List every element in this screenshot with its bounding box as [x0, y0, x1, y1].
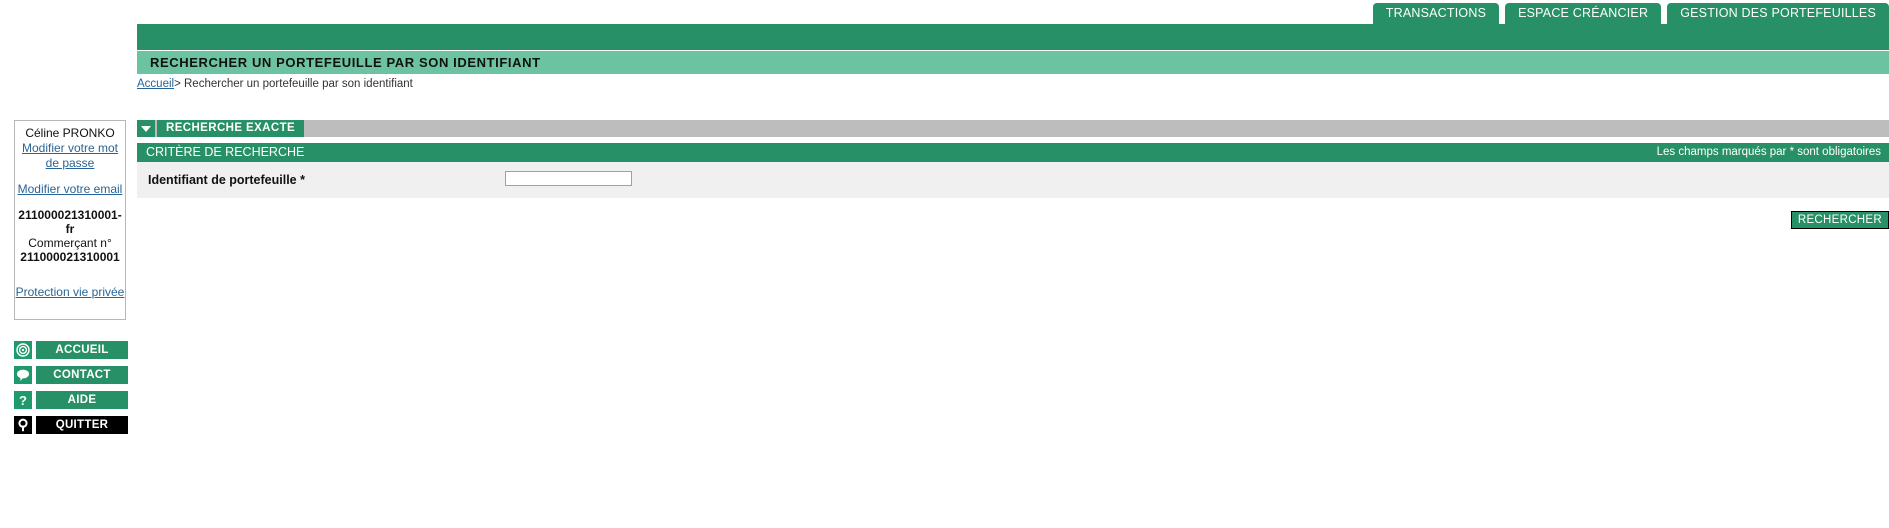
- section-header: CRITÈRE DE RECHERCHE Les champs marqués …: [137, 143, 1889, 162]
- header-green-band: [137, 24, 1889, 50]
- tab-gestion-des-portefeuilles[interactable]: GESTION DES PORTEFEUILLES: [1667, 3, 1889, 24]
- svg-text:?: ?: [19, 393, 27, 407]
- privacy-policy-link[interactable]: Protection vie privée: [15, 285, 125, 300]
- nav-contact-label: CONTACT: [36, 366, 128, 384]
- change-password-link[interactable]: Modifier votre mot de passe: [15, 141, 125, 171]
- panel-tab-row: RECHERCHE EXACTE: [137, 120, 1889, 137]
- nav-quitter[interactable]: QUITTER: [14, 416, 128, 434]
- tab-recherche-exacte[interactable]: RECHERCHE EXACTE: [157, 120, 305, 137]
- merchant-id-bottom: 211000021310001: [20, 250, 120, 264]
- nav-accueil-label: ACCUEIL: [36, 341, 128, 359]
- nav-accueil[interactable]: ACCUEIL: [14, 341, 128, 359]
- question-mark-icon: ?: [14, 391, 32, 409]
- portfolio-id-label: Identifiant de portefeuille *: [148, 173, 305, 187]
- portfolio-id-input[interactable]: [505, 171, 632, 186]
- sidebar-nav-buttons: ACCUEIL CONTACT ? AIDE QUITTER: [14, 341, 128, 441]
- merchant-id-top: 211000021310001-fr: [18, 208, 122, 236]
- top-navigation-bar: TRANSACTIONS ESPACE CRÉANCIER GESTION DE…: [0, 0, 1889, 24]
- user-name: Céline PRONKO: [25, 126, 115, 140]
- change-email-link[interactable]: Modifier votre email: [15, 182, 125, 197]
- nav-aide-label: AIDE: [36, 391, 128, 409]
- triangle-down-icon[interactable]: [137, 120, 155, 137]
- breadcrumb: Accueil> Rechercher un portefeuille par …: [137, 78, 413, 90]
- speech-bubble-icon: [14, 366, 32, 384]
- target-icon: [14, 341, 32, 359]
- search-button[interactable]: RECHERCHER: [1790, 211, 1889, 229]
- tab-espace-creancier[interactable]: ESPACE CRÉANCIER: [1505, 3, 1662, 24]
- user-info-panel: Céline PRONKO Modifier votre mot de pass…: [14, 120, 126, 320]
- breadcrumb-home-link[interactable]: Accueil: [137, 78, 174, 90]
- nav-contact[interactable]: CONTACT: [14, 366, 128, 384]
- tab-transactions[interactable]: TRANSACTIONS: [1372, 3, 1500, 24]
- power-key-icon: [14, 416, 32, 434]
- required-fields-note: Les champs marqués par * sont obligatoir…: [1656, 146, 1881, 158]
- breadcrumb-separator: >: [174, 78, 181, 90]
- merchant-number-label: Commerçant n°: [28, 236, 112, 250]
- page-title: RECHERCHER UN PORTEFEUILLE PAR SON IDENT…: [137, 51, 1889, 74]
- top-tabs: TRANSACTIONS ESPACE CRÉANCIER GESTION DE…: [1372, 3, 1889, 24]
- section-title: CRITÈRE DE RECHERCHE: [146, 145, 305, 159]
- privacy-link-wrap: Protection vie privée: [15, 285, 125, 300]
- breadcrumb-current: Rechercher un portefeuille par son ident…: [184, 78, 413, 90]
- nav-quitter-label: QUITTER: [36, 416, 128, 434]
- search-criteria-row: Identifiant de portefeuille *: [137, 162, 1889, 198]
- nav-aide[interactable]: ? AIDE: [14, 391, 128, 409]
